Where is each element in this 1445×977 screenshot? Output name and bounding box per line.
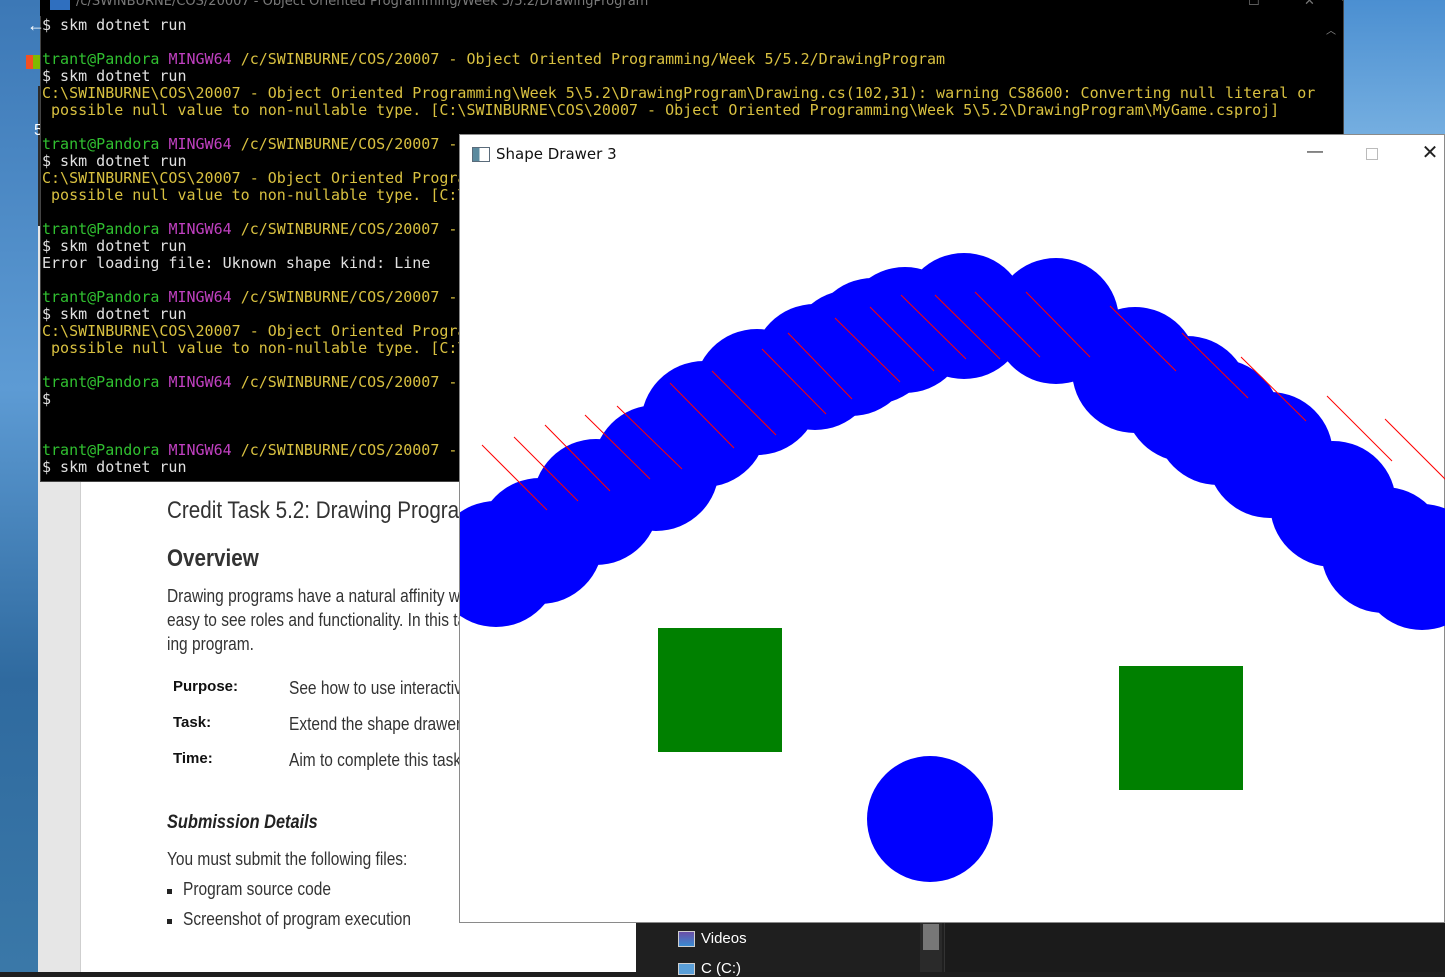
terminal-text: trant@Pandora — [42, 288, 169, 306]
drive-icon — [678, 962, 695, 975]
drawing-canvas[interactable] — [460, 173, 1445, 924]
terminal-text: $ — [42, 390, 52, 408]
terminal-text: $ skm dotnet run — [42, 458, 187, 476]
purpose-label: Purpose: — [173, 678, 239, 695]
terminal-line: C:\SWINBURNE\COS\20007 - Object Oriented… — [42, 85, 1315, 102]
terminal-text: $ skm dotnet run — [42, 16, 187, 34]
terminal-text: MINGW64 — [168, 50, 241, 68]
terminal-text: $ skm dotnet run — [42, 305, 187, 323]
explorer-item-label: C (C:) — [701, 960, 741, 977]
green-rectangle[interactable] — [658, 628, 782, 752]
app-icon — [472, 147, 490, 162]
task-label: Task: — [173, 714, 212, 731]
terminal-text: $ skm dotnet run — [42, 237, 187, 255]
submission-intro: You must submit the following files: — [167, 849, 408, 869]
close-button[interactable]: ✕ — [1417, 140, 1443, 166]
close-icon[interactable]: ✕ — [1304, 0, 1315, 9]
green-rectangle[interactable] — [1119, 666, 1243, 790]
terminal-text: possible null value to non-nullable type… — [42, 101, 1280, 119]
shape-drawer-window[interactable]: Shape Drawer 3 — ✕ — [459, 134, 1445, 923]
terminal-title: /c/SWINBURNE/COS/20007 - Object Oriented… — [76, 0, 649, 9]
submission-item: Screenshot of program execution — [183, 909, 412, 929]
terminal-line: $ skm dotnet run — [42, 68, 1315, 85]
terminal-line: trant@Pandora MINGW64 /c/SWINBURNE/COS/2… — [42, 51, 1315, 68]
terminal-text: Error loading file: Uknown shape kind: L… — [42, 254, 431, 272]
mintty-logo-icon — [50, 0, 70, 10]
windows-badge-icon — [26, 55, 40, 69]
terminal-text: $ skm dotnet run — [42, 67, 187, 85]
terminal-text: MINGW64 — [168, 373, 241, 391]
terminal-text: MINGW64 — [168, 288, 241, 306]
terminal-line: possible null value to non-nullable type… — [42, 102, 1315, 119]
videos-folder-icon — [678, 930, 695, 947]
bullet-icon — [167, 919, 172, 924]
overview-heading: Overview — [167, 545, 259, 572]
terminal-text: MINGW64 — [168, 135, 241, 153]
terminal-line: $ skm dotnet run — [42, 17, 1315, 34]
explorer-item-label: Videos — [701, 930, 747, 947]
maximize-icon[interactable]: ☐ — [1248, 0, 1260, 9]
terminal-titlebar[interactable]: /c/SWINBURNE/COS/20007 - Object Oriented… — [40, 0, 1342, 16]
terminal-text: trant@Pandora — [42, 220, 169, 238]
document-title: Credit Task 5.2: Drawing Program — [167, 497, 477, 524]
terminal-text: trant@Pandora — [42, 50, 169, 68]
maximize-button[interactable] — [1359, 141, 1385, 165]
terminal-text: trant@Pandora — [42, 441, 169, 459]
red-line[interactable] — [1384, 418, 1445, 484]
terminal-text: trant@Pandora — [42, 135, 169, 153]
terminal-text: /c/SWINBURNE/COS/20007 - Object Oriented… — [240, 50, 946, 68]
desktop-wallpaper-left — [0, 0, 40, 972]
minimize-button[interactable]: — — [1302, 141, 1328, 165]
terminal-text: C:\SWINBURNE\COS\20007 - Object Oriented… — [42, 84, 1316, 102]
explorer-item-videos[interactable]: Videos — [678, 930, 747, 947]
explorer-scrollbar-thumb[interactable] — [923, 924, 939, 950]
blue-circle[interactable] — [867, 756, 993, 882]
terminal-text: MINGW64 — [168, 441, 241, 459]
shape-drawer-titlebar[interactable]: Shape Drawer 3 — ✕ — [460, 135, 1444, 173]
terminal-text: $ skm dotnet run — [42, 152, 187, 170]
overview-paragraph-line: ing program. — [167, 634, 254, 654]
window-title: Shape Drawer 3 — [496, 145, 617, 163]
terminal-text: MINGW64 — [168, 220, 241, 238]
submission-heading: Submission Details — [167, 812, 318, 833]
drawing-surface[interactable] — [460, 173, 1445, 924]
scroll-up-icon[interactable]: ︿ — [1326, 22, 1336, 37]
time-label: Time: — [173, 750, 213, 767]
bullet-icon — [167, 889, 172, 894]
explorer-item-c-drive[interactable]: C (C:) — [678, 960, 741, 977]
terminal-text: trant@Pandora — [42, 373, 169, 391]
submission-item: Program source code — [183, 879, 332, 899]
